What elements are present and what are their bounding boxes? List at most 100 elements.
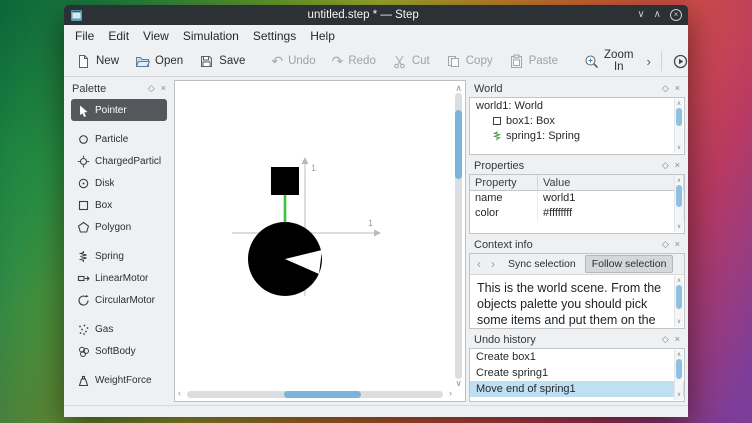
scroll-up-icon[interactable]: ∧ <box>675 352 683 358</box>
zoom-in-button[interactable]: Zoom In <box>577 45 640 77</box>
property-name-value[interactable]: world1 <box>538 191 684 206</box>
palette-item-label: Box <box>95 200 112 211</box>
properties-scrollbar[interactable]: ∧ ∨ <box>674 176 683 232</box>
particle-icon <box>77 133 90 146</box>
redo-button[interactable]: ↷ Redo <box>325 50 383 72</box>
palette-item-spring[interactable]: Spring <box>71 245 167 267</box>
redo-icon: ↷ <box>332 54 344 68</box>
forward-chevron-icon[interactable]: › <box>487 258 499 270</box>
property-color-cell[interactable]: color <box>470 206 538 221</box>
undo-button[interactable]: ↶ Undo <box>264 50 322 72</box>
palette-title: Palette <box>72 83 142 95</box>
palette-item-pointer[interactable]: Pointer <box>71 99 167 121</box>
float-panel-icon[interactable]: ◇ <box>148 84 155 93</box>
menu-settings[interactable]: Settings <box>246 27 303 45</box>
box1-object[interactable] <box>271 167 299 195</box>
menu-file[interactable]: File <box>68 27 101 45</box>
close-panel-icon[interactable]: × <box>675 335 680 344</box>
palette-item-polygon[interactable]: Polygon <box>71 216 167 238</box>
palette-item-particle[interactable]: Particle <box>71 128 167 150</box>
world-panel: World ◇ × world1: World box1: Box spring… <box>469 80 685 155</box>
undo-scrollbar[interactable]: ∧ ∨ <box>674 350 683 400</box>
paste-clipboard-icon <box>509 54 524 69</box>
scroll-down-icon[interactable]: ∨ <box>675 145 683 151</box>
horizontal-scroll-thumb[interactable] <box>284 391 361 398</box>
simulate-button[interactable]: Simulate ∨ <box>666 50 688 73</box>
column-header-value[interactable]: Value <box>538 175 684 191</box>
undo-item-move-end-of-spring1[interactable]: Move end of spring1 <box>470 381 684 397</box>
scroll-down-icon[interactable]: ∨ <box>675 224 683 230</box>
copy-button[interactable]: Copy <box>439 50 500 73</box>
palette-item-circularmotor[interactable]: CircularMotor <box>71 289 167 311</box>
polygon-icon <box>77 221 90 234</box>
palette-item-linearmotor[interactable]: LinearMotor <box>71 267 167 289</box>
close-panel-icon[interactable]: × <box>675 84 680 93</box>
undo-item-create-spring1[interactable]: Create spring1 <box>470 365 684 381</box>
cut-button[interactable]: Cut <box>385 50 437 73</box>
palette-item-chargedparticle[interactable]: ChargedParticle <box>71 150 167 172</box>
scroll-left-icon[interactable]: ‹ <box>178 389 181 398</box>
scroll-thumb[interactable] <box>676 359 682 379</box>
disk-icon <box>77 177 90 190</box>
property-name-cell[interactable]: name <box>470 191 538 206</box>
palette-item-box[interactable]: Box <box>71 194 167 216</box>
sync-selection-button[interactable]: Sync selection <box>501 255 583 273</box>
menu-edit[interactable]: Edit <box>101 27 136 45</box>
scroll-thumb[interactable] <box>676 185 682 207</box>
scroll-thumb[interactable] <box>676 285 682 309</box>
float-panel-icon[interactable]: ◇ <box>662 84 669 93</box>
context-info-body: ‹ › Sync selection Follow selection This… <box>469 253 685 329</box>
scroll-up-icon[interactable]: ∧ <box>455 84 462 93</box>
maximize-icon[interactable]: ∧ <box>654 10 661 20</box>
canvas-vertical-scrollbar[interactable] <box>455 93 462 379</box>
close-panel-icon[interactable]: × <box>675 240 680 249</box>
palette-item-label: WeightForce <box>95 375 152 386</box>
float-panel-icon[interactable]: ◇ <box>662 161 669 170</box>
palette-item-weightforce[interactable]: WeightForce <box>71 369 167 391</box>
minimize-icon[interactable]: ∨ <box>637 10 644 20</box>
property-color-value[interactable]: #ffffffff <box>538 206 684 221</box>
disk-object[interactable] <box>248 222 322 296</box>
scroll-right-icon[interactable]: › <box>449 389 452 398</box>
canvas-horizontal-scrollbar[interactable] <box>187 391 443 398</box>
palette-item-label: Spring <box>95 251 124 262</box>
open-button[interactable]: Open <box>128 50 190 73</box>
scroll-up-icon[interactable]: ∧ <box>675 278 683 284</box>
scroll-down-icon[interactable]: ∨ <box>675 319 683 325</box>
world-canvas[interactable]: 1 1 ‹ › ∧ ∨ <box>174 80 466 402</box>
column-header-property[interactable]: Property <box>470 175 538 191</box>
toolbar-expand-button[interactable]: › <box>642 52 654 71</box>
save-button[interactable]: Save <box>192 50 252 73</box>
menu-help[interactable]: Help <box>303 27 342 45</box>
weight-force-icon <box>77 374 90 387</box>
scroll-thumb[interactable] <box>676 108 682 126</box>
world-item-world1[interactable]: world1: World <box>470 98 684 113</box>
paste-button[interactable]: Paste <box>502 50 565 73</box>
world-scrollbar[interactable]: ∧ ∨ <box>674 99 683 153</box>
palette-item-disk[interactable]: Disk <box>71 172 167 194</box>
window-title: untitled.step * — Step <box>89 9 637 21</box>
close-panel-icon[interactable]: × <box>675 161 680 170</box>
scroll-up-icon[interactable]: ∧ <box>675 101 683 107</box>
context-scrollbar[interactable]: ∧ ∨ <box>674 276 683 327</box>
new-button[interactable]: New <box>69 50 126 73</box>
vertical-scroll-thumb[interactable] <box>455 110 462 179</box>
world-item-spring1[interactable]: spring1: Spring <box>470 128 684 143</box>
world-item-box1[interactable]: box1: Box <box>470 113 684 128</box>
close-panel-icon[interactable]: × <box>161 84 166 93</box>
close-icon[interactable]: × <box>670 9 682 21</box>
palette-item-softbody[interactable]: SoftBody <box>71 340 167 362</box>
scroll-down-icon[interactable]: ∨ <box>675 392 683 398</box>
titlebar[interactable]: untitled.step * — Step ∨ ∧ × <box>64 5 688 25</box>
menu-simulation[interactable]: Simulation <box>176 27 246 45</box>
float-panel-icon[interactable]: ◇ <box>662 240 669 249</box>
palette-item-gas[interactable]: Gas <box>71 318 167 340</box>
back-chevron-icon[interactable]: ‹ <box>473 258 485 270</box>
scroll-up-icon[interactable]: ∧ <box>675 178 683 184</box>
context-info-header: Context info ◇ × <box>469 236 685 253</box>
scroll-down-icon[interactable]: ∨ <box>455 379 462 388</box>
follow-selection-button[interactable]: Follow selection <box>585 255 674 273</box>
menu-view[interactable]: View <box>136 27 176 45</box>
undo-item-create-box1[interactable]: Create box1 <box>470 349 684 365</box>
float-panel-icon[interactable]: ◇ <box>662 335 669 344</box>
